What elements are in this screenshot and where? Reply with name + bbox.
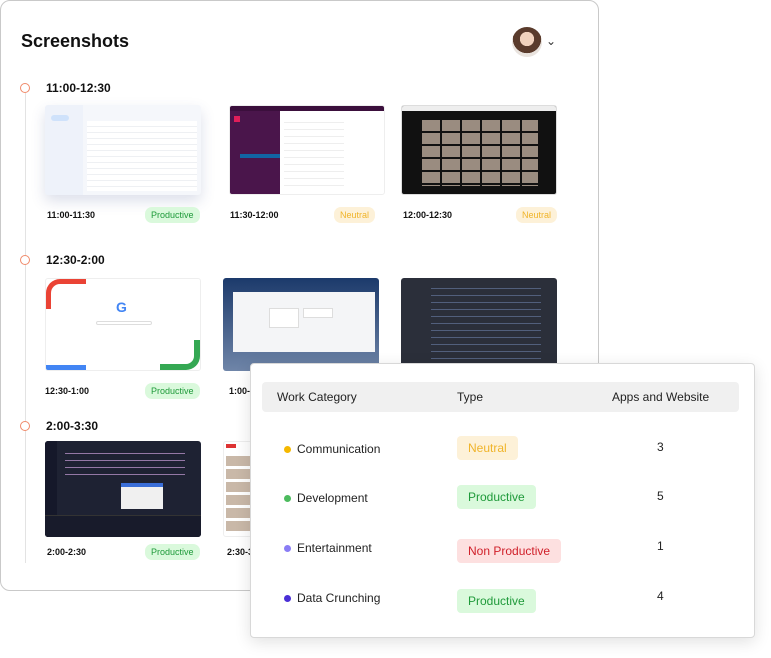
category-name: Development — [297, 491, 368, 505]
avatar[interactable] — [512, 27, 542, 57]
column-header: Type — [457, 390, 484, 404]
screenshot-thumbnail[interactable] — [401, 278, 557, 371]
apps-count: 4 — [657, 589, 664, 603]
type-badge: Productive — [145, 383, 200, 399]
apps-count: 5 — [657, 489, 664, 503]
type-badge: Neutral — [457, 436, 518, 460]
screenshot-thumbnail[interactable] — [401, 105, 557, 195]
screenshot-time: 12:00-12:30 — [403, 210, 453, 220]
section-label: 12:30-2:00 — [46, 253, 105, 267]
apps-count: 1 — [657, 539, 664, 553]
category-dot-icon — [284, 595, 291, 602]
type-badge: Productive — [457, 589, 536, 613]
type-badge: Productive — [457, 485, 536, 509]
chevron-down-icon[interactable]: ⌄ — [546, 34, 556, 48]
category-name: Entertainment — [297, 541, 372, 555]
apps-count: 3 — [657, 440, 664, 454]
type-badge: Neutral — [516, 207, 558, 223]
timeline-dot — [20, 255, 30, 265]
table-header: Work Category Type Apps and Website — [262, 382, 739, 412]
timeline-line — [25, 93, 26, 563]
category-name: Data Crunching — [297, 591, 381, 605]
timeline-dot — [20, 421, 30, 431]
screenshot-time: 11:00-11:30 — [47, 210, 96, 220]
section-label: 11:00-12:30 — [46, 81, 111, 95]
page-title: Screenshots — [21, 31, 130, 51]
screenshot-time: 1:00- — [229, 386, 251, 396]
screenshot-time: 11:30-12:00 — [230, 210, 279, 220]
type-badge: Productive — [145, 207, 200, 223]
timeline-dot — [20, 83, 30, 93]
category-dot-icon — [284, 545, 291, 552]
type-badge: Non Productive — [457, 539, 562, 563]
section-label: 2:00-3:30 — [46, 419, 99, 433]
work-category-table: Work Category Type Apps and Website Comm… — [250, 363, 755, 638]
screenshot-thumbnail[interactable] — [223, 278, 379, 371]
screenshot-thumbnail[interactable] — [229, 105, 385, 195]
category-dot-icon — [284, 446, 291, 453]
google-logo-icon: G — [116, 299, 127, 315]
category-name: Communication — [297, 442, 381, 456]
screenshot-thumbnail[interactable]: G — [45, 278, 201, 371]
category-dot-icon — [284, 495, 291, 502]
type-badge: Neutral — [334, 207, 376, 223]
column-header: Work Category — [277, 390, 357, 404]
column-header: Apps and Website — [612, 390, 710, 404]
type-badge: Productive — [145, 544, 200, 560]
screenshot-thumbnail[interactable] — [45, 441, 201, 537]
screenshot-time: 2:00-2:30 — [47, 547, 87, 557]
screenshot-thumbnail[interactable] — [45, 105, 201, 195]
screenshot-time: 12:30-1:00 — [45, 386, 90, 396]
